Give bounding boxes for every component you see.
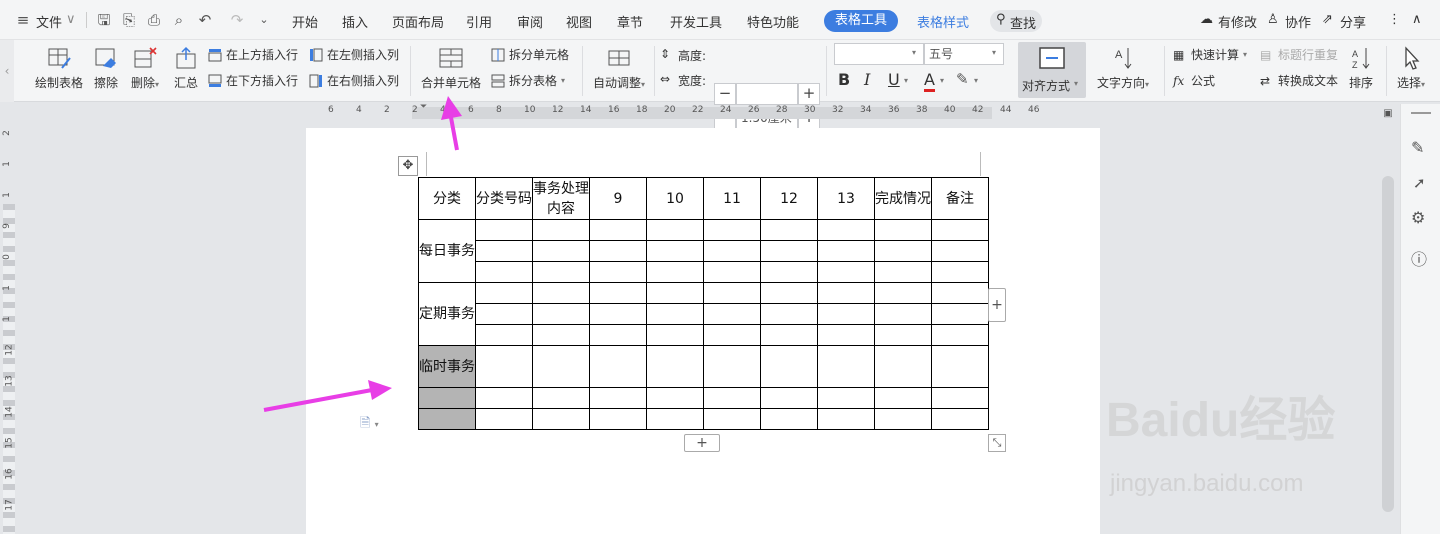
- annotation-arrowhead: [368, 380, 392, 400]
- annotation-arrowhead: [441, 96, 462, 120]
- annotation-arrows: [263, 96, 462, 412]
- annotation-arrow-cells: [263, 388, 373, 412]
